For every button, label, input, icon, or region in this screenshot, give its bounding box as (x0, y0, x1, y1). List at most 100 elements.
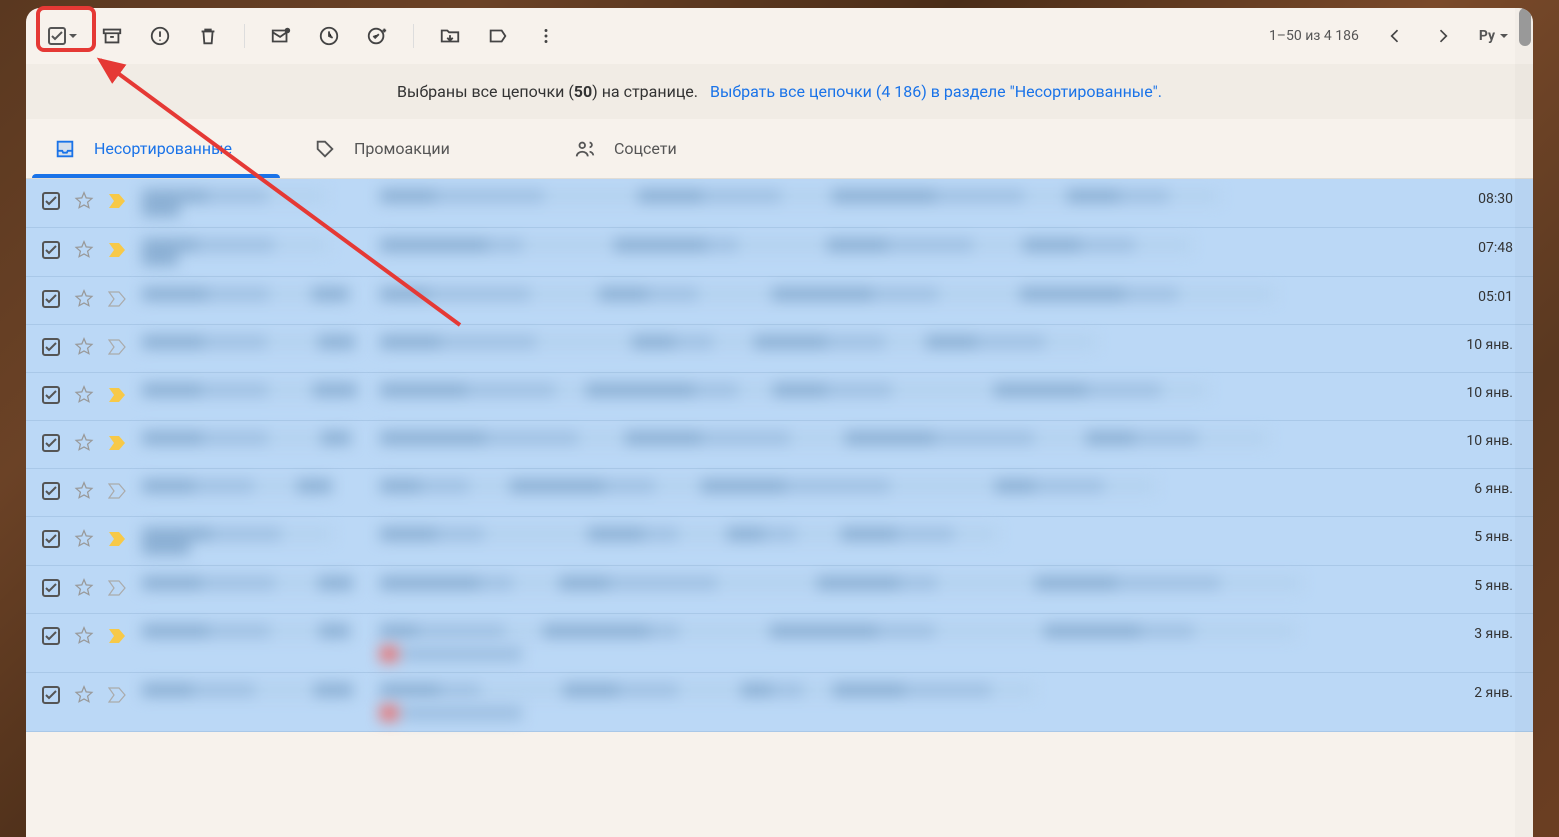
mail-row[interactable]: 10 янв. (26, 325, 1533, 373)
banner-count: 50 (574, 82, 592, 101)
importance-icon[interactable] (108, 193, 126, 209)
subject-cell (380, 238, 1462, 252)
star-icon[interactable] (74, 481, 94, 501)
snooze-button[interactable] (309, 16, 349, 56)
subject-cell (380, 576, 1458, 590)
sender-cell (142, 576, 362, 590)
subject-cell (380, 383, 1450, 397)
importance-icon[interactable] (108, 339, 126, 355)
row-checkbox[interactable] (42, 434, 60, 452)
subject-cell (380, 624, 1458, 662)
mail-row[interactable]: 10 янв. (26, 421, 1533, 469)
star-icon[interactable] (74, 685, 94, 705)
banner-text-after: ) на странице. (592, 82, 698, 101)
mail-row[interactable]: 10 янв. (26, 373, 1533, 421)
importance-icon[interactable] (108, 435, 126, 451)
importance-icon[interactable] (108, 531, 126, 547)
tab-social[interactable]: Соцсети (546, 119, 806, 178)
tab-primary[interactable]: Несортированные (26, 119, 286, 178)
subject-cell (380, 479, 1458, 493)
mail-row[interactable]: 5 янв. (26, 517, 1533, 566)
toolbar: 1–50 из 4 186 Ру (26, 8, 1533, 64)
tab-label: Несортированные (94, 139, 232, 158)
spam-button[interactable] (140, 16, 180, 56)
prev-page-button[interactable] (1375, 16, 1415, 56)
delete-button[interactable] (188, 16, 228, 56)
input-language-button[interactable]: Ру (1471, 28, 1517, 44)
mail-row[interactable]: 3 янв. (26, 614, 1533, 673)
star-icon[interactable] (74, 240, 94, 260)
archive-button[interactable] (92, 16, 132, 56)
mail-row[interactable]: 6 янв. (26, 469, 1533, 517)
next-page-button[interactable] (1423, 16, 1463, 56)
row-checkbox[interactable] (42, 386, 60, 404)
row-checkbox[interactable] (42, 241, 60, 259)
mark-unread-button[interactable] (261, 16, 301, 56)
sender-cell (142, 383, 362, 397)
sender-cell (142, 238, 362, 266)
importance-icon[interactable] (108, 387, 126, 403)
mail-row[interactable]: 08:30 (26, 179, 1533, 228)
row-checkbox[interactable] (42, 627, 60, 645)
inbox-icon (54, 138, 76, 160)
scrollbar-track[interactable] (1515, 8, 1533, 837)
mail-row[interactable]: 5 янв. (26, 566, 1533, 614)
row-checkbox[interactable] (42, 290, 60, 308)
row-checkbox[interactable] (42, 686, 60, 704)
select-all-control[interactable] (42, 23, 84, 49)
time-cell: 6 янв. (1474, 479, 1513, 497)
star-icon[interactable] (74, 529, 94, 549)
importance-icon[interactable] (108, 483, 126, 499)
row-checkbox[interactable] (42, 482, 60, 500)
star-icon[interactable] (74, 191, 94, 211)
star-icon[interactable] (74, 578, 94, 598)
star-icon[interactable] (74, 433, 94, 453)
tab-label: Промоакции (354, 139, 450, 158)
importance-icon[interactable] (108, 242, 126, 258)
select-all-link[interactable]: Выбрать все цепочки (4 186) в разделе "Н… (710, 82, 1162, 101)
time-cell: 5 янв. (1474, 527, 1513, 545)
time-cell: 10 янв. (1466, 335, 1513, 353)
move-button[interactable] (430, 16, 470, 56)
star-icon[interactable] (74, 385, 94, 405)
subject-cell (380, 287, 1462, 301)
star-icon[interactable] (74, 337, 94, 357)
mail-row[interactable]: 05:01 (26, 277, 1533, 325)
time-cell: 05:01 (1478, 287, 1513, 305)
time-cell: 2 янв. (1474, 683, 1513, 701)
sender-cell (142, 527, 362, 555)
row-checkbox[interactable] (42, 530, 60, 548)
category-tabs: Несортированные Промоакции Соцсети (26, 119, 1533, 179)
importance-icon[interactable] (108, 628, 126, 644)
selection-banner: Выбраны все цепочки (50) на странице. Вы… (26, 64, 1533, 119)
star-icon[interactable] (74, 289, 94, 309)
scrollbar-thumb[interactable] (1519, 8, 1531, 46)
subject-cell (380, 527, 1458, 541)
row-checkbox[interactable] (42, 338, 60, 356)
row-checkbox[interactable] (42, 192, 60, 210)
label-button[interactable] (478, 16, 518, 56)
add-task-button[interactable] (357, 16, 397, 56)
input-language-label: Ру (1479, 28, 1495, 44)
time-cell: 08:30 (1478, 189, 1513, 207)
importance-icon[interactable] (108, 291, 126, 307)
star-icon[interactable] (74, 626, 94, 646)
select-all-checkbox-icon (48, 27, 66, 45)
subject-cell (380, 335, 1450, 349)
row-checkbox[interactable] (42, 579, 60, 597)
tab-promotions[interactable]: Промоакции (286, 119, 546, 178)
toolbar-divider (413, 24, 414, 48)
sender-cell (142, 624, 362, 638)
mail-app: 1–50 из 4 186 Ру Выбраны все цепочки (50… (26, 8, 1533, 837)
time-cell: 10 янв. (1466, 383, 1513, 401)
sender-cell (142, 287, 362, 301)
mail-row[interactable]: 07:48 (26, 228, 1533, 277)
importance-icon[interactable] (108, 580, 126, 596)
sender-cell (142, 431, 362, 445)
importance-icon[interactable] (108, 687, 126, 703)
more-button[interactable] (526, 16, 566, 56)
people-icon (574, 138, 596, 160)
toolbar-divider (244, 24, 245, 48)
mail-row[interactable]: 2 янв. (26, 673, 1533, 732)
sender-cell (142, 189, 362, 217)
